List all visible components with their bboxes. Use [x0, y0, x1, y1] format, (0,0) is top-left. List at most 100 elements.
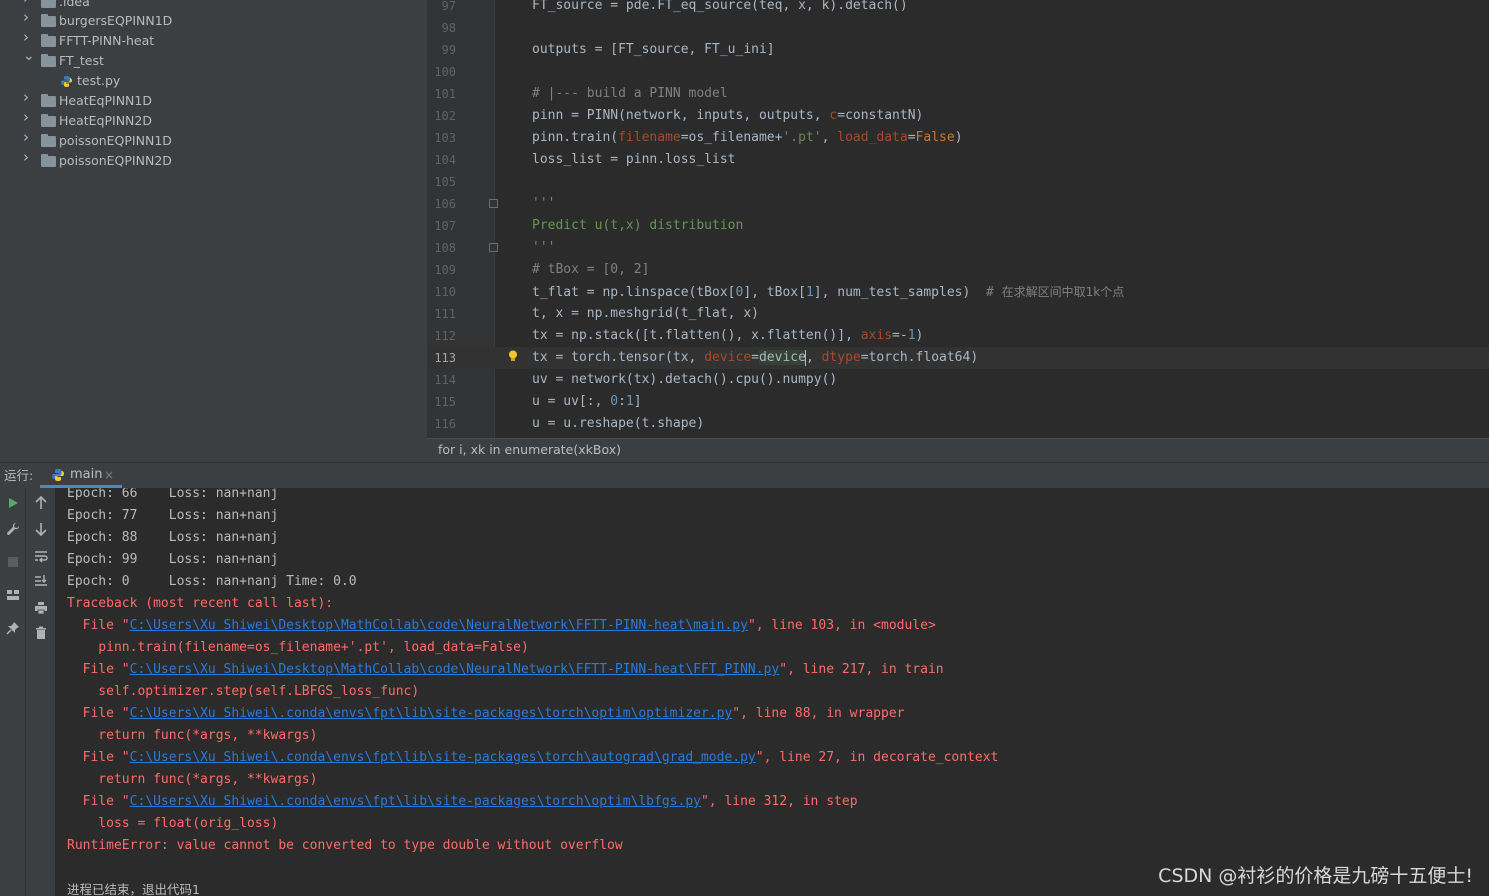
chevron-down-icon[interactable]: ⌄	[23, 49, 35, 63]
line-number[interactable]: 100	[428, 61, 456, 83]
file-path-link[interactable]: C:\Users\Xu Shiwei\.conda\envs\fpt\lib\s…	[130, 706, 733, 721]
chevron-right-icon[interactable]: ›	[23, 10, 33, 25]
line-number[interactable]: 114	[428, 369, 456, 391]
line-number[interactable]: 105	[428, 171, 456, 193]
code-text[interactable]: t_flat = np.linspace(tBox[0], tBox[1], n…	[532, 281, 1124, 304]
line-number[interactable]: 97	[428, 0, 456, 17]
chevron-right-icon[interactable]: ›	[23, 130, 33, 145]
code-text[interactable]: tx = np.stack([t.flatten(), x.flatten()]…	[532, 325, 923, 347]
line-number[interactable]: 109	[428, 259, 456, 281]
rerun-icon[interactable]	[3, 493, 23, 513]
tree-item-fftt-pinn-heat[interactable]: › FFTT-PINN-heat	[0, 30, 427, 51]
line-number[interactable]: 111	[428, 303, 456, 325]
line-number[interactable]: 106	[428, 193, 456, 215]
arrow-up-icon[interactable]	[31, 493, 51, 513]
tree-item-poissoneqpinn2d[interactable]: › poissonEQPINN2D	[0, 150, 427, 171]
code-text[interactable]: loss_list = pinn.loss_list	[532, 149, 736, 171]
code-line[interactable]: 112 tx = np.stack([t.flatten(), x.flatten…	[428, 325, 1489, 347]
console-text: return func(*args, **kwargs)	[67, 728, 318, 743]
layout-icon[interactable]	[3, 585, 23, 605]
code-line[interactable]: 103 pinn.train(filename=os_filename+'.pt'…	[428, 127, 1489, 149]
tree-item-heateqpinn2d[interactable]: › HeatEqPINN2D	[0, 110, 427, 131]
code-line[interactable]: 99 outputs = [FT_source, FT_u_ini]	[428, 39, 1489, 61]
code-text[interactable]: pinn = PINN(network, inputs, outputs, c=…	[532, 105, 923, 127]
line-number[interactable]: 112	[428, 325, 456, 347]
code-text[interactable]: tx = torch.tensor(tx, device=device, dty…	[532, 347, 978, 369]
code-line[interactable]: 105	[428, 171, 1489, 193]
code-line[interactable]: 106 '''	[428, 193, 1489, 215]
code-line[interactable]: 107 Predict u(t,x) distribution	[428, 215, 1489, 237]
close-icon[interactable]: ×	[104, 463, 114, 487]
tree-item-test-py[interactable]: test.py	[0, 71, 427, 91]
file-path-link[interactable]: C:\Users\Xu Shiwei\Desktop\MathCollab\co…	[130, 662, 780, 677]
chevron-right-icon[interactable]: ›	[23, 110, 33, 125]
soft-wrap-icon[interactable]	[31, 546, 51, 566]
run-console-output[interactable]: Epoch: 66 Loss: nan+nanj Epoch: 77 Loss: …	[56, 488, 1489, 896]
print-icon[interactable]	[31, 598, 51, 618]
line-number[interactable]: 99	[428, 39, 456, 61]
code-line[interactable]: 100	[428, 61, 1489, 83]
file-path-link[interactable]: C:\Users\Xu Shiwei\.conda\envs\fpt\lib\s…	[130, 794, 701, 809]
scroll-to-end-icon[interactable]	[31, 571, 51, 591]
pin-icon[interactable]	[3, 618, 23, 638]
tree-item-ft-test[interactable]: ⌄ FT_test	[0, 49, 427, 71]
line-number[interactable]: 101	[428, 83, 456, 105]
line-number[interactable]: 104	[428, 149, 456, 171]
code-text[interactable]: outputs = [FT_source, FT_u_ini]	[532, 39, 775, 61]
chevron-right-icon[interactable]: ›	[23, 150, 33, 165]
file-path-link[interactable]: C:\Users\Xu Shiwei\Desktop\MathCollab\co…	[130, 618, 748, 633]
code-line[interactable]: 108 '''	[428, 237, 1489, 259]
code-text[interactable]: '''	[532, 237, 555, 259]
tree-item-burgerseqpinn1d[interactable]: › burgersEQPINN1D	[0, 10, 427, 31]
trash-icon[interactable]	[31, 623, 51, 643]
wrench-icon[interactable]	[3, 519, 23, 539]
tree-item-poissoneqpinn1d[interactable]: › poissonEQPINN1D	[0, 130, 427, 151]
code-line[interactable]: 101 # |--- build a PINN model	[428, 83, 1489, 105]
fold-marker-icon[interactable]	[489, 243, 498, 252]
code-line[interactable]: 111 t, x = np.meshgrid(t_flat, x)	[428, 303, 1489, 325]
line-number[interactable]: 102	[428, 105, 456, 127]
lightbulb-icon[interactable]	[508, 350, 518, 362]
code-text[interactable]: t, x = np.meshgrid(t_flat, x)	[532, 303, 759, 325]
code-line[interactable]: 104 loss_list = pinn.loss_list	[428, 149, 1489, 171]
code-line[interactable]: 116 u = u.reshape(t.shape)	[428, 413, 1489, 435]
code-text[interactable]: Predict u(t,x) distribution	[532, 215, 743, 237]
editor-breadcrumb[interactable]: for i, xk in enumerate(xkBox)	[427, 438, 1489, 462]
code-line[interactable]: 98	[428, 17, 1489, 39]
code-line[interactable]: 97 FT_source = pde.FT_eq_source(teq, x, k…	[428, 0, 1489, 17]
breadcrumb-text[interactable]: for i, xk in enumerate(xkBox)	[438, 442, 621, 457]
line-number[interactable]: 98	[428, 17, 456, 39]
code-line[interactable]: 109 # tBox = [0, 2]	[428, 259, 1489, 281]
line-number[interactable]: 107	[428, 215, 456, 237]
code-text[interactable]: pinn.train(filename=os_filename+'.pt', l…	[532, 127, 963, 149]
line-number[interactable]: 116	[428, 413, 456, 435]
code-text[interactable]: u = uv[:, 0:1]	[532, 391, 642, 413]
code-line[interactable]: 114 uv = network(tx).detach().cpu().numpy…	[428, 369, 1489, 391]
line-number[interactable]: 103	[428, 127, 456, 149]
run-tab-main[interactable]: main ×	[40, 463, 122, 488]
fold-marker-icon[interactable]	[489, 199, 498, 208]
tree-item-heateqpinn1d[interactable]: › HeatEqPINN1D	[0, 90, 427, 111]
code-text[interactable]: # tBox = [0, 2]	[532, 259, 649, 281]
chevron-right-icon[interactable]: ›	[23, 90, 33, 105]
arrow-down-icon[interactable]	[31, 519, 51, 539]
code-text[interactable]: u = u.reshape(t.shape)	[532, 413, 704, 435]
code-text[interactable]: '''	[532, 193, 555, 215]
code-line[interactable]: 113 tx = torch.tensor(tx, device=device, …	[428, 347, 1489, 369]
line-number[interactable]: 115	[428, 391, 456, 413]
code-line[interactable]: 110 t_flat = np.linspace(tBox[0], tBox[1]…	[428, 281, 1489, 303]
line-number[interactable]: 108	[428, 237, 456, 259]
code-line[interactable]: 115 u = uv[:, 0:1]	[428, 391, 1489, 413]
line-number[interactable]: 113	[428, 347, 456, 369]
file-path-link[interactable]: C:\Users\Xu Shiwei\.conda\envs\fpt\lib\s…	[130, 750, 756, 765]
chevron-right-icon[interactable]: ›	[23, 0, 33, 6]
code-line[interactable]: 102 pinn = PINN(network, inputs, outputs,…	[428, 105, 1489, 127]
stop-icon[interactable]	[3, 552, 23, 572]
code-text[interactable]: # |--- build a PINN model	[532, 83, 728, 105]
chevron-right-icon[interactable]: ›	[23, 30, 33, 45]
run-tab-label[interactable]: main	[70, 463, 102, 487]
code-text[interactable]: uv = network(tx).detach().cpu().numpy()	[532, 369, 837, 391]
code-text[interactable]: FT_source = pde.FT_eq_source(teq, x, k).…	[532, 0, 908, 17]
line-number[interactable]: 110	[428, 281, 456, 303]
code-editor[interactable]: 97 FT_source = pde.FT_eq_source(teq, x, k…	[427, 0, 1489, 438]
